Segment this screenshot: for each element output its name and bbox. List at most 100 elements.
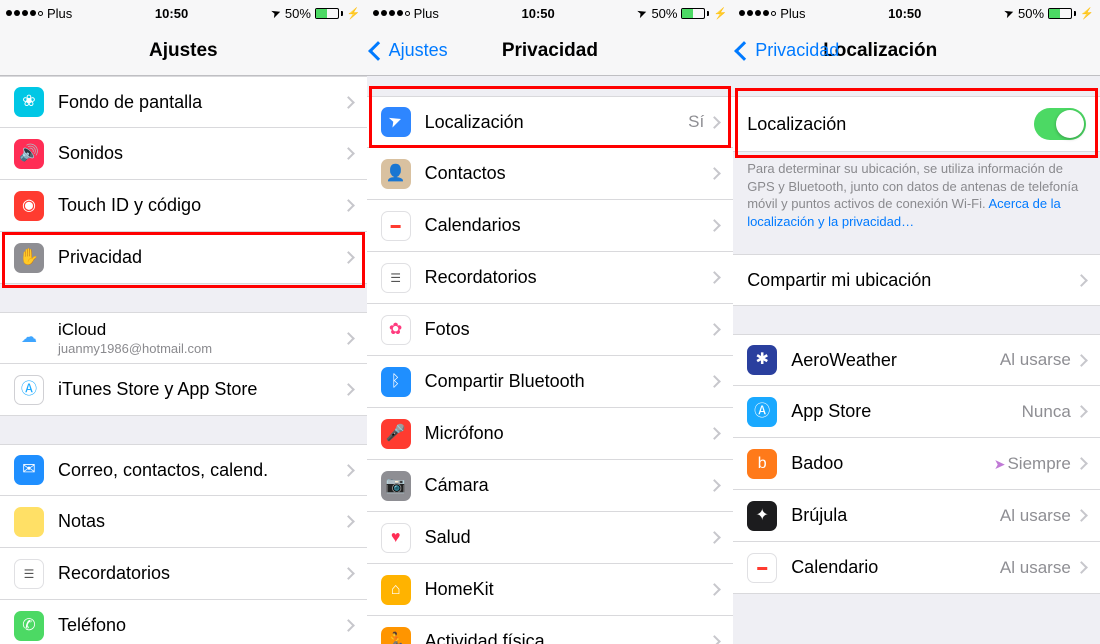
chevron-right-icon xyxy=(342,619,355,632)
row-aeroweather[interactable]: ✱ AeroWeather Al usarse xyxy=(733,334,1100,386)
status-bar: Plus 10:50 ➤ 50% ⚡ xyxy=(733,0,1100,26)
back-label: Privacidad xyxy=(755,40,839,61)
row-label: Touch ID y código xyxy=(58,195,344,216)
row-label: Privacidad xyxy=(58,247,344,268)
back-button[interactable]: Privacidad xyxy=(733,40,839,61)
charging-icon: ⚡ xyxy=(1080,7,1094,20)
row-icloud[interactable]: ☁︎ iCloud juanmy1986@hotmail.com xyxy=(0,312,367,364)
row-label: Contactos xyxy=(425,163,711,184)
row-telefono[interactable]: ✆ Teléfono xyxy=(0,600,367,644)
row-recordatorios[interactable]: ☰ Recordatorios xyxy=(0,548,367,600)
row-calendarios[interactable]: ▬ Calendarios xyxy=(367,200,734,252)
row-badoo[interactable]: b Badoo ➤Siempre xyxy=(733,438,1100,490)
chevron-left-icon xyxy=(368,41,388,61)
battery-icon xyxy=(1048,8,1076,19)
row-label: Recordatorios xyxy=(58,563,344,584)
row-label: Notas xyxy=(58,511,344,532)
chevron-right-icon xyxy=(1075,457,1088,470)
row-detail: Al usarse xyxy=(1000,506,1071,526)
row-label: App Store xyxy=(791,401,1021,422)
status-bar: Plus 10:50 ➤ 50% ⚡ xyxy=(367,0,734,26)
row-privacidad[interactable]: ✋ Privacidad xyxy=(0,232,367,284)
charging-icon: ⚡ xyxy=(713,7,727,20)
status-time: 10:50 xyxy=(155,6,188,21)
aeroweather-icon: ✱ xyxy=(747,345,777,375)
row-notas[interactable]: Notas xyxy=(0,496,367,548)
row-label: Actividad física xyxy=(425,631,711,644)
row-actividad-fisica[interactable]: 🏃 Actividad física xyxy=(367,616,734,644)
nav-bar: Privacidad Localización xyxy=(733,26,1100,76)
homekit-icon: ⌂ xyxy=(381,575,411,605)
row-share-location[interactable]: Compartir mi ubicación xyxy=(733,254,1100,306)
chevron-right-icon xyxy=(708,116,721,129)
row-label: Calendario xyxy=(791,557,1000,578)
calendar-icon: ▬ xyxy=(747,553,777,583)
row-contactos[interactable]: 👤 Contactos xyxy=(367,148,734,200)
row-sonidos[interactable]: 🔊 Sonidos xyxy=(0,128,367,180)
row-itunes-appstore[interactable]: Ⓐ iTunes Store y App Store xyxy=(0,364,367,416)
row-fondo-pantalla[interactable]: ❀ Fondo de pantalla xyxy=(0,76,367,128)
row-brujula[interactable]: ✦ Brújula Al usarse xyxy=(733,490,1100,542)
row-label: iCloud xyxy=(58,320,344,340)
chevron-right-icon xyxy=(342,464,355,477)
row-label: Badoo xyxy=(791,453,994,474)
row-location-toggle[interactable]: Localización xyxy=(733,96,1100,152)
chevron-right-icon xyxy=(708,219,721,232)
signal-dots-icon xyxy=(373,10,410,16)
signal-dots-icon xyxy=(6,10,43,16)
chevron-right-icon xyxy=(708,427,721,440)
chevron-right-icon xyxy=(1075,561,1088,574)
location-description: Para determinar su ubicación, se utiliza… xyxy=(733,152,1100,240)
status-time: 10:50 xyxy=(888,6,921,21)
row-label: iTunes Store y App Store xyxy=(58,379,344,400)
row-touchid[interactable]: ◉ Touch ID y código xyxy=(0,180,367,232)
row-detail: ➤Siempre xyxy=(994,454,1071,474)
touchid-icon: ◉ xyxy=(14,191,44,221)
battery-pct: 50% xyxy=(285,6,311,21)
chevron-right-icon xyxy=(342,147,355,160)
chevron-right-icon xyxy=(342,96,355,109)
photos-icon: ✿ xyxy=(381,315,411,345)
chevron-right-icon xyxy=(708,375,721,388)
chevron-right-icon xyxy=(342,567,355,580)
row-detail: Nunca xyxy=(1022,402,1071,422)
row-microfono[interactable]: 🎤 Micrófono xyxy=(367,408,734,460)
row-camara[interactable]: 📷 Cámara xyxy=(367,460,734,512)
settings-list: ❀ Fondo de pantalla 🔊 Sonidos ◉ Touch ID… xyxy=(0,76,367,644)
row-fotos[interactable]: ✿ Fotos xyxy=(367,304,734,356)
row-label: AeroWeather xyxy=(791,350,1000,371)
location-toggle[interactable] xyxy=(1034,108,1086,140)
chevron-right-icon xyxy=(708,271,721,284)
row-localizacion[interactable]: ➤ Localización Sí xyxy=(367,96,734,148)
row-recordatorios[interactable]: ☰ Recordatorios xyxy=(367,252,734,304)
bluetooth-icon: ᛒ xyxy=(381,367,411,397)
privacy-icon: ✋ xyxy=(14,243,44,273)
row-detail: Sí xyxy=(688,112,704,132)
contacts-icon: 👤 xyxy=(381,159,411,189)
appstore-icon: Ⓐ xyxy=(14,375,44,405)
chevron-right-icon xyxy=(708,479,721,492)
row-homekit[interactable]: ⌂ HomeKit xyxy=(367,564,734,616)
back-button[interactable]: Ajustes xyxy=(367,40,448,61)
battery-pct: 50% xyxy=(651,6,677,21)
mail-icon: ✉︎ xyxy=(14,455,44,485)
chevron-right-icon xyxy=(1075,509,1088,522)
chevron-right-icon xyxy=(1075,274,1088,287)
row-appstore[interactable]: Ⓐ App Store Nunca xyxy=(733,386,1100,438)
row-calendario[interactable]: ▬ Calendario Al usarse xyxy=(733,542,1100,594)
phone-icon: ✆ xyxy=(14,611,44,641)
location-list: Localización Para determinar su ubicació… xyxy=(733,76,1100,644)
row-label: Sonidos xyxy=(58,143,344,164)
chevron-right-icon xyxy=(708,531,721,544)
screen-privacidad: Plus 10:50 ➤ 50% ⚡ Ajustes Privacidad ➤ … xyxy=(367,0,734,644)
row-bluetooth[interactable]: ᛒ Compartir Bluetooth xyxy=(367,356,734,408)
badoo-icon: b xyxy=(747,449,777,479)
row-salud[interactable]: ♥︎ Salud xyxy=(367,512,734,564)
row-label: Fondo de pantalla xyxy=(58,92,344,113)
chevron-right-icon xyxy=(708,323,721,336)
reminders-icon: ☰ xyxy=(381,263,411,293)
row-label: Micrófono xyxy=(425,423,711,444)
row-mail-contacts-calendar[interactable]: ✉︎ Correo, contactos, calend. xyxy=(0,444,367,496)
sounds-icon: 🔊 xyxy=(14,139,44,169)
carrier-label: Plus xyxy=(780,6,805,21)
